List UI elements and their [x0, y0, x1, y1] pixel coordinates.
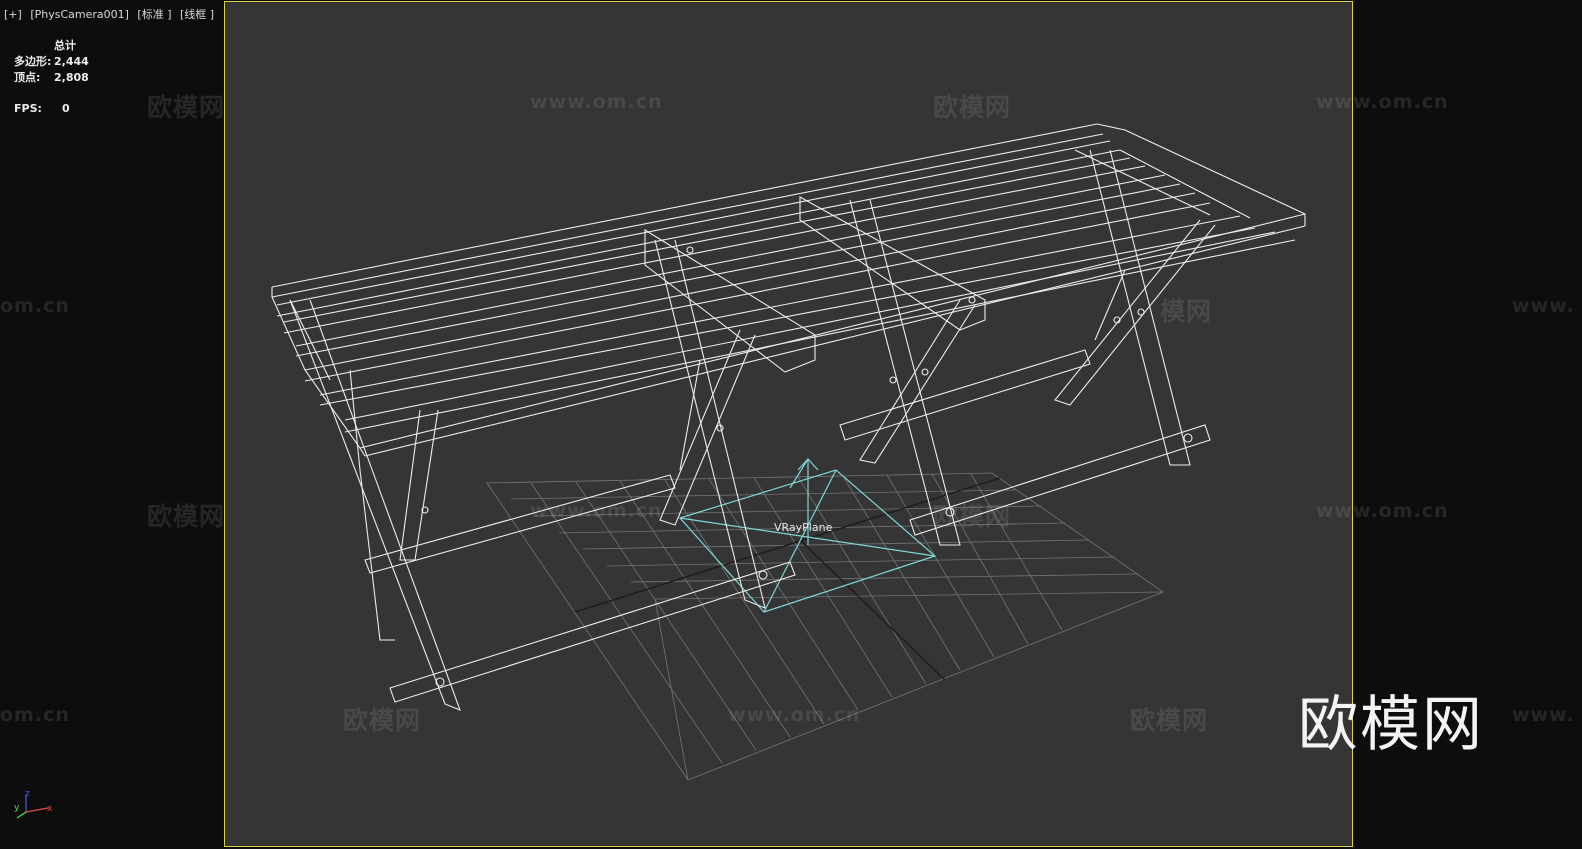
watermark-site-partial: om.cn [0, 295, 70, 317]
watermark-brand: 欧模网 [147, 93, 226, 122]
brand-logo: 欧模网 [1298, 690, 1484, 760]
watermark-site: www.om.cn [1316, 500, 1449, 522]
watermark-brand: 欧模网 [147, 502, 226, 531]
watermark-site: www.om.cn [728, 704, 861, 726]
watermark-site: www.om.cn [530, 91, 663, 113]
vrayplane-gizmo[interactable] [678, 458, 937, 613]
watermark-site: www.om.cn [1316, 91, 1449, 113]
watermark-site: www.om.cn [530, 500, 663, 522]
bench-wireframe[interactable] [271, 123, 1306, 711]
watermark-site-partial: www. [1512, 295, 1575, 317]
watermark-brand: 欧模网 [933, 93, 1012, 122]
vrayplane-label: VRayPlane [774, 521, 833, 534]
axis-z-label: z [25, 789, 30, 799]
watermark-site-partial: om.cn [0, 704, 70, 726]
watermark-brand: 欧模网 [933, 502, 1012, 531]
axis-y-label: y [14, 803, 20, 813]
axis-x-label: x [47, 804, 53, 814]
watermark-brand: 欧模网 [343, 706, 422, 735]
watermark-brand: 欧模网 [1130, 706, 1209, 735]
watermark-site-partial: www. [1512, 704, 1575, 726]
watermark-brand-partial: 模网 [1160, 297, 1213, 326]
axis-tripod [16, 796, 49, 819]
